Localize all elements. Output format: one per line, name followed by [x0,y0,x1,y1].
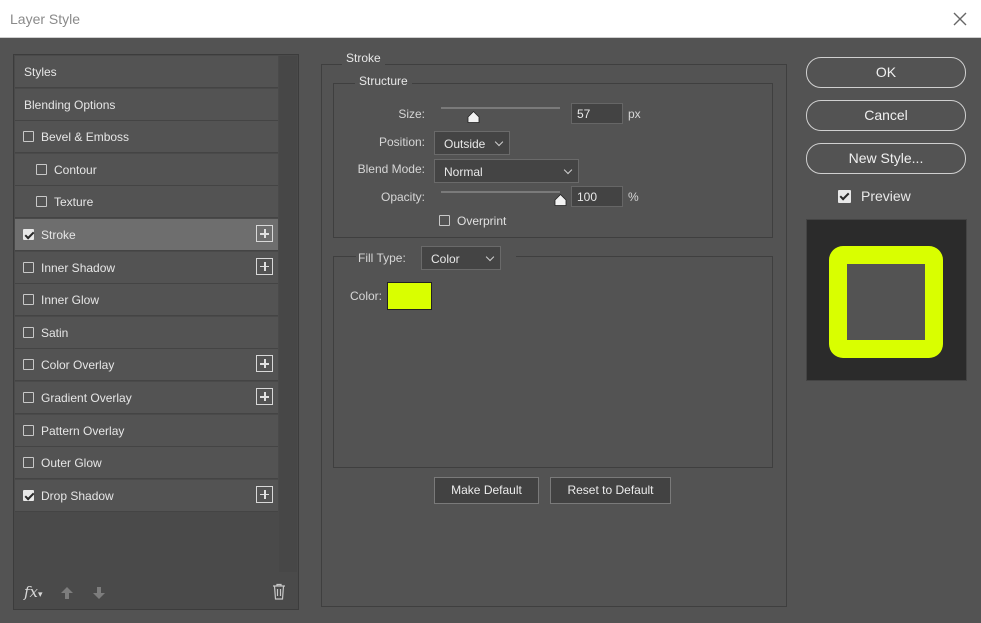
make-default-button[interactable]: Make Default [434,477,539,504]
structure-title: Structure [355,74,412,88]
overprint-label: Overprint [457,214,507,228]
title-bar [0,0,981,38]
chevron-down-icon [485,252,495,262]
close-icon[interactable] [950,9,970,29]
styles-list-item-label: Inner Glow [41,293,100,308]
opacity-slider-thumb[interactable] [554,193,567,206]
ok-button[interactable]: OK [806,57,966,88]
fx-icon[interactable]: fx▾ [24,583,43,601]
style-checkbox[interactable] [23,131,34,143]
style-checkbox[interactable] [23,294,34,306]
styles-list-item-label: Styles [24,65,57,79]
styles-list-item[interactable]: Pattern Overlay [15,414,278,447]
styles-list-item-label: Bevel & Emboss [41,130,130,145]
styles-list-item-label: Contour [54,162,97,177]
style-checkbox[interactable] [23,392,34,403]
fx-label: fx [24,583,39,601]
style-checkbox[interactable] [23,457,34,469]
styles-list-item[interactable]: Contour [15,153,278,186]
styles-list-item-label: Satin [41,325,69,340]
position-value: Outside [444,137,486,151]
styles-list-item[interactable]: Satin [15,316,278,349]
reset-to-default-button[interactable]: Reset to Default [550,477,671,504]
styles-list-item[interactable]: Blending Options [15,88,278,121]
blend-mode-value: Normal [444,165,483,179]
styles-list-item-label: Gradient Overlay [41,391,132,405]
styles-list-item[interactable]: Gradient Overlay [15,382,278,414]
opacity-label: Opacity: [380,190,425,204]
opacity-slider-track[interactable] [441,191,560,193]
style-checkbox[interactable] [23,359,34,371]
opacity-unit: % [628,190,639,204]
blend-mode-label: Blend Mode: [357,162,425,176]
preview-label: Preview [861,188,911,204]
styles-list-item-label: Outer Glow [41,456,102,471]
add-effect-icon[interactable] [256,485,273,503]
style-checkbox[interactable] [36,163,47,175]
position-dropdown[interactable]: Outside [434,131,510,155]
new-style-button[interactable]: New Style... [806,143,966,174]
styles-list-item[interactable]: Color Overlay [15,349,278,382]
styles-list-scrollbar[interactable] [279,56,297,572]
add-effect-icon[interactable] [256,257,273,275]
add-effect-icon[interactable] [256,225,273,242]
style-checkbox[interactable] [23,229,34,240]
color-label: Color: [350,289,383,303]
preview-checkbox[interactable] [838,190,851,203]
fill-type-value: Color [431,252,460,266]
size-unit: px [628,107,641,121]
size-input[interactable]: 57 [571,103,623,124]
styles-list-item-label: Blending Options [24,97,116,112]
styles-list-item[interactable]: Texture [15,186,278,219]
style-checkbox[interactable] [36,196,47,208]
chevron-down-icon [563,165,573,175]
cancel-button[interactable]: Cancel [806,100,966,131]
style-checkbox[interactable] [23,326,34,338]
style-checkbox[interactable] [23,489,34,501]
styles-list-item-label: Color Overlay [41,358,115,373]
styles-list-item-label: Texture [54,195,94,210]
styles-list-item[interactable]: Styles [15,56,278,88]
style-checkbox[interactable] [23,424,34,436]
arrow-down-icon[interactable] [91,585,107,604]
color-swatch[interactable] [387,282,432,310]
position-label: Position: [378,135,425,149]
styles-list-item-label: Inner Shadow [41,260,116,275]
chevron-down-icon [494,137,504,147]
styles-list-item[interactable]: Drop Shadow [15,479,278,512]
styles-list-item[interactable]: Inner Shadow [15,251,278,284]
size-slider-thumb[interactable] [467,110,480,123]
overprint-checkbox[interactable] [439,215,450,226]
styles-list-item[interactable]: Bevel & Emboss [15,121,278,154]
trash-icon[interactable] [271,583,287,603]
styles-list-item[interactable]: Stroke [15,219,278,251]
preview-stroke-square [829,246,943,358]
preview-thumbnail [806,219,967,381]
styles-list-item[interactable]: Inner Glow [15,284,278,317]
styles-list-item-label: Pattern Overlay [41,423,125,438]
styles-list-item[interactable]: Outer Glow [15,447,278,480]
size-slider-track[interactable] [441,107,560,109]
blend-mode-dropdown[interactable]: Normal [434,159,579,183]
styles-list-item-label: Drop Shadow [41,488,114,503]
arrow-up-icon[interactable] [59,585,75,604]
fill-type-dropdown[interactable]: Color [421,246,501,270]
add-effect-icon[interactable] [256,388,273,405]
style-checkbox[interactable] [23,261,34,273]
styles-list-item-label: Stroke [41,228,76,242]
stroke-section-title: Stroke [342,51,385,65]
opacity-input[interactable]: 100 [571,186,623,207]
add-effect-icon[interactable] [256,355,273,373]
fill-type-label: Fill Type: [358,251,406,265]
size-label: Size: [398,107,425,121]
window-title: Layer Style [10,11,81,27]
